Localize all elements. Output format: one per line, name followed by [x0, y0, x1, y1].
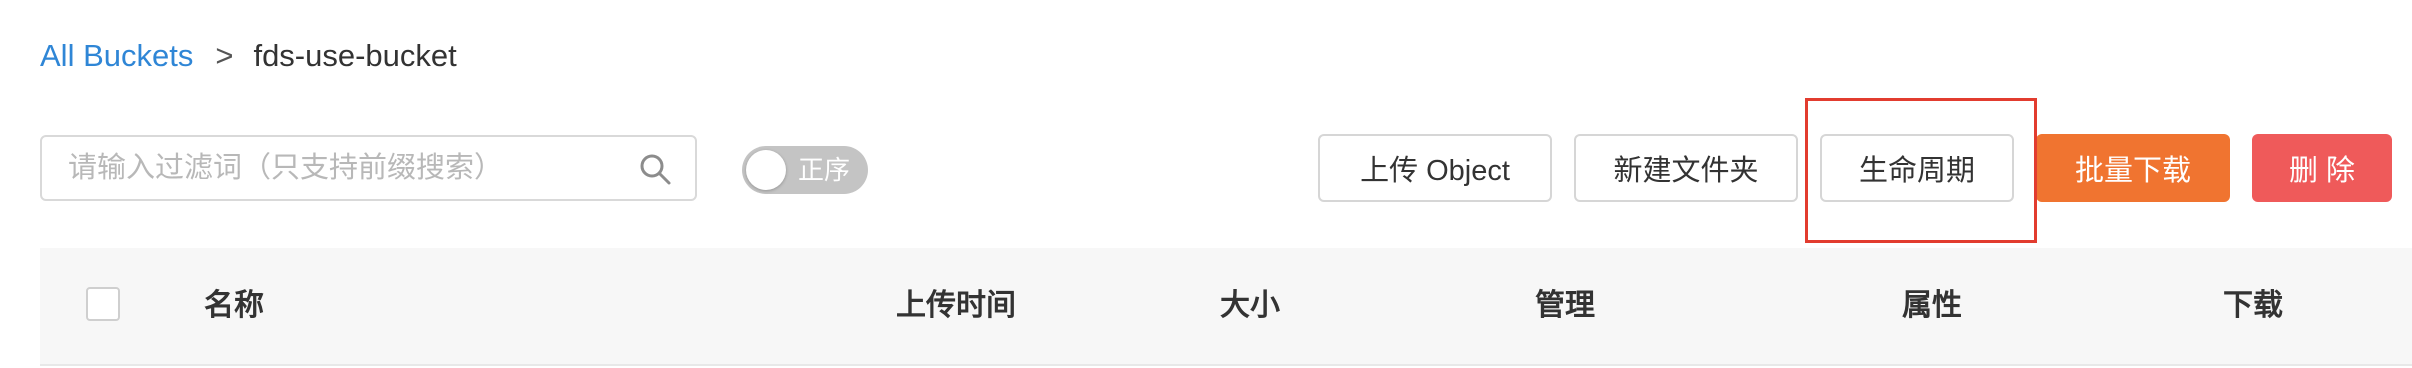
column-header-manage: 管理 [1535, 289, 1595, 322]
upload-object-button[interactable]: 上传 Object [1318, 134, 1552, 202]
search-icon[interactable] [637, 151, 673, 187]
breadcrumb: All Buckets > fds-use-bucket [40, 30, 457, 82]
delete-button[interactable]: 删 除 [2252, 134, 2392, 202]
breadcrumb-current-bucket: fds-use-bucket [253, 38, 457, 73]
breadcrumb-all-buckets-link[interactable]: All Buckets [40, 38, 193, 74]
search-box [40, 135, 697, 201]
column-header-attributes: 属性 [1902, 289, 1962, 322]
breadcrumb-separator: > [215, 38, 234, 73]
table-header: 名称 上传时间 大小 管理 属性 下载 [40, 248, 2412, 366]
column-header-size[interactable]: 大小 [1220, 248, 1280, 364]
sort-order-toggle[interactable]: 正序 [742, 146, 868, 194]
sort-order-label: 正序 [798, 155, 851, 185]
batch-download-button[interactable]: 批量下载 [2036, 134, 2230, 202]
new-folder-button[interactable]: 新建文件夹 [1574, 134, 1798, 202]
column-header-download: 下载 [2223, 289, 2283, 322]
column-header-upload-time[interactable]: 上传时间 [896, 248, 1016, 364]
column-header-name[interactable]: 名称 [204, 248, 264, 364]
lifecycle-button[interactable]: 生命周期 [1820, 134, 2014, 202]
toggle-knob [746, 150, 786, 190]
search-input[interactable] [68, 137, 628, 199]
select-all-checkbox[interactable] [86, 287, 120, 321]
page: All Buckets > fds-use-bucket 正序 上传 Objec… [0, 0, 2412, 368]
